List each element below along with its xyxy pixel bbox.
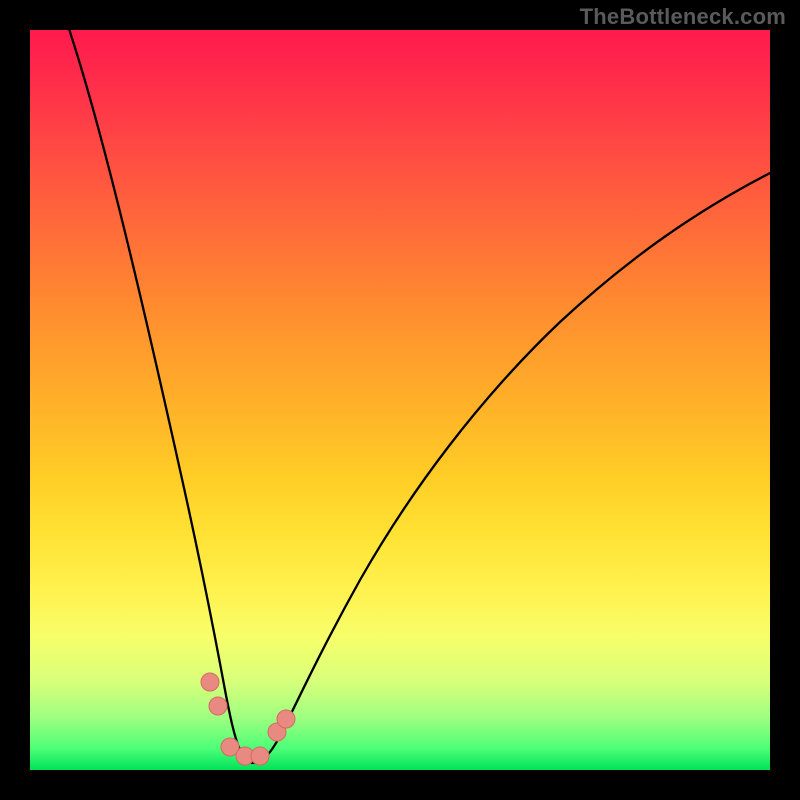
curve-layer (30, 30, 770, 770)
watermark-text: TheBottleneck.com (580, 4, 786, 30)
data-marker (201, 673, 219, 691)
data-marker (251, 747, 269, 765)
data-marker (209, 697, 227, 715)
marker-group (201, 673, 295, 765)
plot-area (30, 30, 770, 770)
chart-frame: TheBottleneck.com (0, 0, 800, 800)
data-marker (277, 710, 295, 728)
bottleneck-curve (66, 30, 770, 763)
